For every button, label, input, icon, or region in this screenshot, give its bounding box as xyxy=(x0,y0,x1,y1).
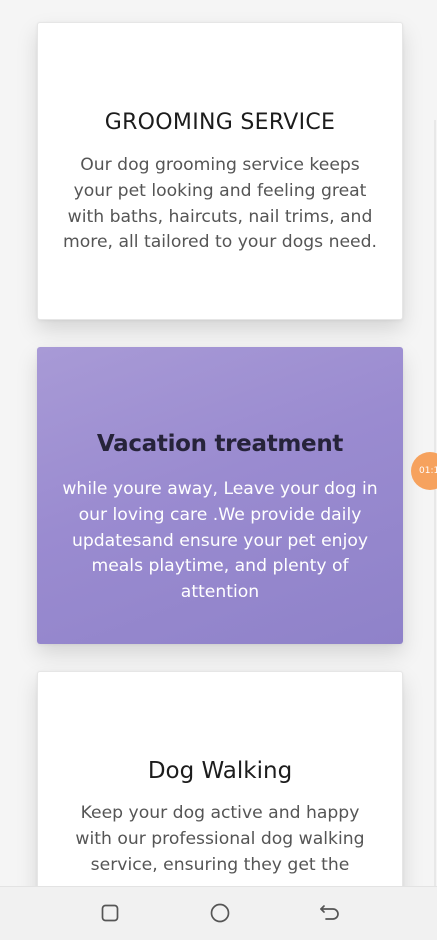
back-button[interactable] xyxy=(310,898,350,928)
timer-text: 01:1 xyxy=(419,466,437,476)
service-title: Dog Walking xyxy=(147,758,293,784)
floating-timer-badge[interactable]: 01:1 xyxy=(411,452,437,490)
service-title: GROOMING SERVICE xyxy=(104,110,336,135)
service-card-grooming[interactable]: GROOMING SERVICE Our dog grooming servic… xyxy=(37,22,403,320)
home-button[interactable] xyxy=(200,898,240,928)
recents-button[interactable] xyxy=(90,898,130,928)
service-description: Keep your dog active and happy with our … xyxy=(75,803,365,875)
square-recents-icon xyxy=(101,904,119,922)
scroll-edge xyxy=(434,120,436,890)
back-arrow-icon xyxy=(320,905,339,920)
circle-home-icon xyxy=(210,903,230,923)
service-title: Vacation treatment xyxy=(96,431,344,457)
service-description: while youre away, Leave your dog in our … xyxy=(62,479,378,603)
service-card-vacation[interactable]: Vacation treatment while youre away, Lea… xyxy=(37,347,403,644)
service-description: Our dog grooming service keeps your pet … xyxy=(63,155,377,253)
system-navigation-bar xyxy=(0,886,437,940)
